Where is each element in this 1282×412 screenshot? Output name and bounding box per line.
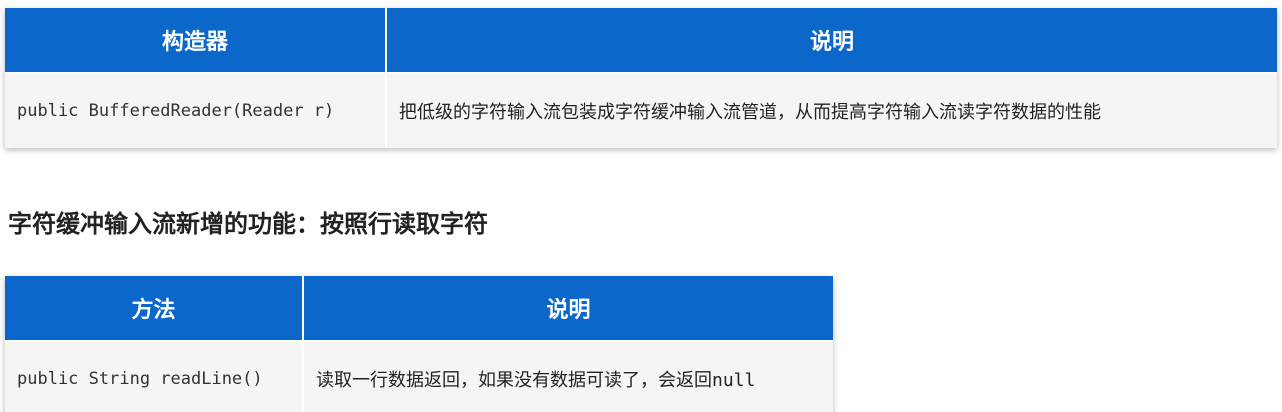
method-description: 读取一行数据返回，如果没有数据可读了，会返回null — [303, 341, 833, 412]
constructor-signature: public BufferedReader(Reader r) — [5, 73, 387, 148]
table-header-row: 构造器 说明 — [5, 8, 1277, 74]
column-header-description: 说明 — [386, 8, 1277, 74]
method-signature: public String readLine() — [5, 341, 304, 412]
section-heading: 字符缓冲输入流新增的功能：按照行读取字符 — [8, 210, 488, 238]
column-header-method: 方法 — [5, 276, 304, 342]
table-row: public String readLine() 读取一行数据返回，如果没有数据… — [5, 341, 833, 412]
column-header-constructor: 构造器 — [5, 8, 387, 74]
constructor-description: 把低级的字符输入流包装成字符缓冲输入流管道，从而提高字符输入流读字符数据的性能 — [386, 73, 1277, 148]
method-description-text: 读取一行数据返回，如果没有数据可读了，会返回 — [316, 370, 712, 391]
method-description-null: null — [712, 370, 756, 391]
method-table: 方法 说明 public String readLine() 读取一行数据返回，… — [5, 276, 833, 412]
constructor-table: 构造器 说明 public BufferedReader(Reader r) 把… — [5, 8, 1277, 148]
table-header-row: 方法 说明 — [5, 276, 833, 342]
column-header-description: 说明 — [303, 276, 833, 342]
table-row: public BufferedReader(Reader r) 把低级的字符输入… — [5, 73, 1277, 148]
